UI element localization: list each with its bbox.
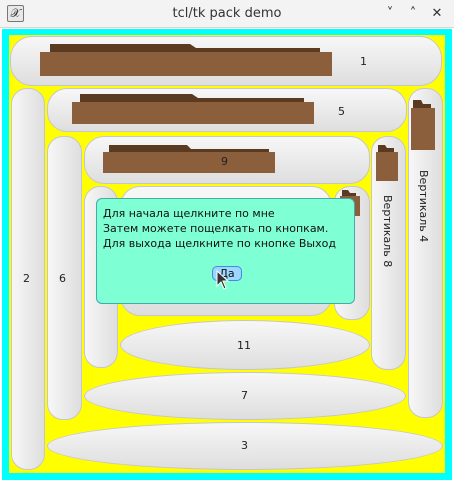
button-vertical-4-label: Вертикаль 4 <box>417 170 430 243</box>
close-button[interactable]: ✕ <box>427 4 447 24</box>
maximize-button[interactable]: ˄ <box>403 4 423 24</box>
title-bar: 𝒳 tcl/tk pack demo ˅ ˄ ✕ <box>0 0 454 28</box>
folder-icon <box>72 94 314 124</box>
button-1-label: 1 <box>360 55 367 68</box>
folder-icon <box>103 145 275 173</box>
button-11-label: 11 <box>237 339 251 352</box>
folder-icon <box>376 145 398 181</box>
folder-icon <box>411 100 435 150</box>
button-5-label: 5 <box>338 105 345 118</box>
button-6-label: 6 <box>59 272 66 285</box>
dialog-line-2: Затем можете пощелкать по кнопкам. <box>103 222 329 235</box>
button-3-label: 3 <box>241 439 248 452</box>
dialog-line-1: Для начала щелкните по мне <box>103 207 275 220</box>
button-7-label: 7 <box>241 389 248 402</box>
dialog-line-3: Для выхода щелкните по кнопке Выход <box>103 237 336 250</box>
minimize-button[interactable]: ˅ <box>380 4 400 24</box>
folder-icon <box>40 44 332 76</box>
mouse-pointer-icon <box>216 270 230 290</box>
button-9-label: 9 <box>221 155 228 168</box>
button-2-label: 2 <box>23 272 30 285</box>
button-vertical-8-label: Вертикаль 8 <box>381 195 394 268</box>
